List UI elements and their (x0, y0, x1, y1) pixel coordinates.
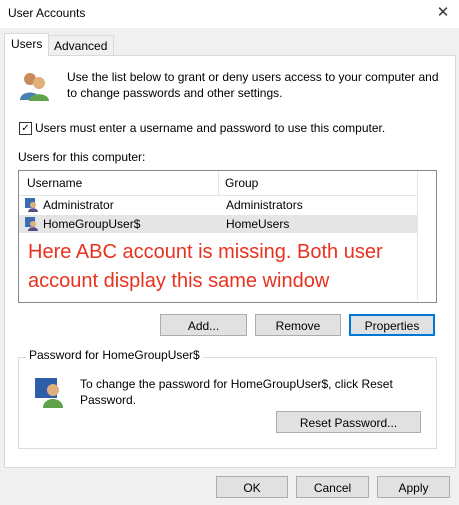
table-row[interactable]: Administrator Administrators (19, 196, 417, 214)
users-section-label: Users for this computer: (18, 150, 146, 164)
add-button[interactable]: Add... (160, 314, 247, 336)
user-icon (25, 198, 38, 212)
require-login-checkbox[interactable]: ✓ (19, 122, 32, 135)
user-key-icon (35, 378, 63, 408)
cancel-button[interactable]: Cancel (296, 476, 369, 498)
annotation-line-2: account display this same window (28, 270, 330, 292)
window-title: User Accounts (8, 6, 86, 20)
column-header-username[interactable]: Username (19, 171, 218, 196)
password-line-2: Password. (80, 393, 137, 407)
table-row-selected[interactable]: HomeGroupUser$ HomeUsers (19, 215, 417, 233)
password-group-label: Password for HomeGroupUser$ (26, 348, 203, 362)
require-login-label: Users must enter a username and password… (35, 121, 386, 135)
row-username: HomeGroupUser$ (43, 217, 141, 231)
user-icon (25, 217, 38, 231)
remove-button[interactable]: Remove (255, 314, 341, 336)
annotation-line-1: Here ABC account is missing. Both user (28, 241, 383, 263)
intro-line-2: to change passwords and other settings. (67, 86, 283, 100)
close-icon[interactable]: ✕ (433, 3, 453, 23)
tab-users[interactable]: Users (4, 33, 50, 56)
list-scrollbar[interactable] (417, 171, 435, 300)
apply-button[interactable]: Apply (377, 476, 450, 498)
users-icon (20, 73, 49, 101)
password-line-1: To change the password for HomeGroupUser… (80, 377, 393, 391)
reset-password-button[interactable]: Reset Password... (276, 411, 421, 433)
ok-button[interactable]: OK (216, 476, 288, 498)
properties-button[interactable]: Properties (349, 314, 435, 336)
row-username: Administrator (43, 198, 114, 212)
intro-line-1: Use the list below to grant or deny user… (67, 70, 439, 84)
row-group: HomeUsers (226, 217, 290, 231)
row-group: Administrators (226, 198, 303, 212)
tab-advanced[interactable]: Advanced (47, 35, 115, 56)
column-header-group[interactable]: Group (218, 171, 418, 196)
